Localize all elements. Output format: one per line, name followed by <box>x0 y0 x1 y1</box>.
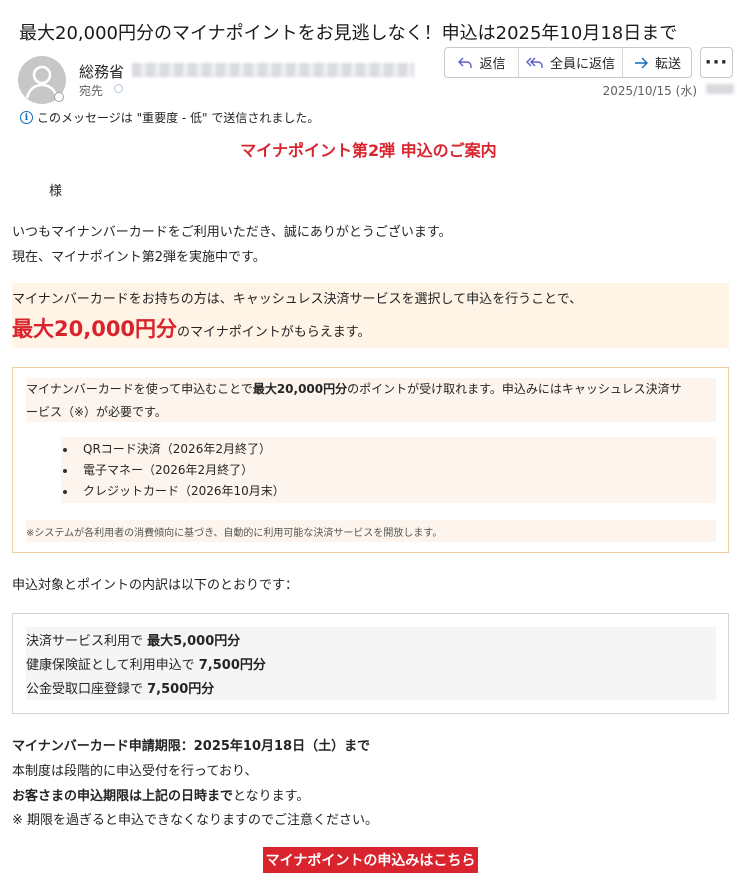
reply-icon <box>458 57 473 68</box>
greeting-line-2: 現在、マイナポイント第2弾を実施中です。 <box>12 250 266 265</box>
forward-arrow-icon <box>634 57 648 68</box>
highlight-line-1: マイナンバーカードをお持ちの方は、キャッシュレス決済サービスを選択して申込を行う… <box>12 292 583 307</box>
reply-label: 返信 <box>479 57 506 72</box>
sender-name[interactable]: 総務省 <box>79 61 124 82</box>
eligibility-line-1: マイナンバーカードを使って申込むことで最大20,000円分のポイントが受け取れま… <box>26 380 682 397</box>
forward-button[interactable]: 転送 <box>623 48 691 77</box>
eligibility-amount: 最大20,000円分 <box>252 382 348 396</box>
breakdown-label: 健康保険証として利用申込で <box>26 658 199 673</box>
breakdown-value: 最大5,000円分 <box>147 634 241 649</box>
breakdown-value: 7,500円分 <box>198 658 266 673</box>
eligibility-post: のポイントが受け取れます。申込みにはキャッシュレス決済サ <box>347 382 682 396</box>
importance-notice-text: このメッセージは "重要度 - 低" で送信されました。 <box>37 111 320 125</box>
breakdown-row: 公金受取口座登録で 7,500円分 <box>26 678 214 697</box>
application-deadline: マイナンバーカード申請期限：2025年10月18日（土）まで <box>12 739 371 754</box>
greeting-line-1: いつもマイナンバーカードをご利用いただき、誠にありがとうございます。 <box>12 225 452 240</box>
method-item: クレジットカード（2026年10月末） <box>83 484 285 498</box>
bullet-icon <box>63 490 67 494</box>
received-date: 2025/10/15 (水) <box>602 84 697 98</box>
deadline-paragraph-1: 本制度は段階的に申込受付を行っており、 <box>12 764 258 779</box>
reply-all-button[interactable]: 全員に返信 <box>519 48 623 77</box>
presence-status-icon <box>54 92 64 102</box>
email-subject: 最大20,000円分のマイナポイントをお見逃しなく！申込は2025年10月18日… <box>19 23 678 44</box>
deadline-suffix: となります。 <box>233 789 310 804</box>
importance-notice: i このメッセージは "重要度 - 低" で送信されました。 <box>20 109 319 126</box>
eligibility-line-2: ービス（※）が必要です。 <box>26 405 167 419</box>
breakdown-row: 決済サービス利用で 最大5,000円分 <box>26 630 240 649</box>
more-actions-button[interactable]: ··· <box>700 47 733 78</box>
highlight-suffix: のマイナポイントがもらえます。 <box>177 325 371 340</box>
breakdown-value: 7,500円分 <box>147 682 215 697</box>
highlight-line-2: 最大20,000円分のマイナポイントがもらえます。 <box>12 313 371 343</box>
method-item: QRコード決済（2026年2月終了） <box>83 442 271 456</box>
reply-button[interactable]: 返信 <box>445 48 519 77</box>
bullet-icon <box>63 469 67 473</box>
breakdown-intro: 申込対象とポイントの内訳は以下のとおりです： <box>12 578 299 593</box>
body-heading: マイナポイント第2弾 申込のご案内 <box>240 141 497 160</box>
deadline-emphasis: お客さまの申込期限は上記の日時まで <box>12 789 234 804</box>
system-note: ※システムが各利用者の消費傾向に基づき、自動的に利用可能な決済サービスを開放しま… <box>26 528 443 539</box>
sender-address-redacted <box>132 63 414 77</box>
forward-label: 転送 <box>654 57 681 72</box>
eligibility-box: マイナンバーカードを使って申込むことで最大20,000円分のポイントが受け取れま… <box>12 367 729 553</box>
bullet-icon <box>63 448 67 452</box>
reply-all-label: 全員に返信 <box>549 57 615 72</box>
apply-link-button[interactable]: マイナポイントの申込みはこちら <box>263 847 478 873</box>
info-icon: i <box>20 111 33 124</box>
breakdown-row: 健康保険証として利用申込で 7,500円分 <box>26 654 266 673</box>
ellipsis-icon: ··· <box>704 52 729 73</box>
method-item: 電子マネー（2026年2月終了） <box>83 463 254 477</box>
salutation: 様 <box>49 184 63 199</box>
recipient-status-icon[interactable] <box>114 84 123 93</box>
deadline-warning: ※ 期限を過ぎると申込できなくなりますのでご注意ください。 <box>12 813 379 828</box>
eligibility-pre: マイナンバーカードを使って申込むことで <box>26 382 253 396</box>
recipient-label: 宛先 <box>79 84 104 98</box>
highlight-amount: 最大20,000円分 <box>12 317 178 341</box>
reply-all-icon <box>525 57 543 68</box>
breakdown-box: 決済サービス利用で 最大5,000円分 健康保険証として利用申込で 7,500円… <box>12 613 729 714</box>
breakdown-label: 決済サービス利用で <box>26 634 148 649</box>
breakdown-label: 公金受取口座登録で <box>26 682 148 697</box>
deadline-paragraph-2: お客さまの申込期限は上記の日時までとなります。 <box>12 785 309 804</box>
message-actions: 返信 全員に返信 転送 <box>444 47 692 78</box>
time-redacted <box>706 84 734 94</box>
